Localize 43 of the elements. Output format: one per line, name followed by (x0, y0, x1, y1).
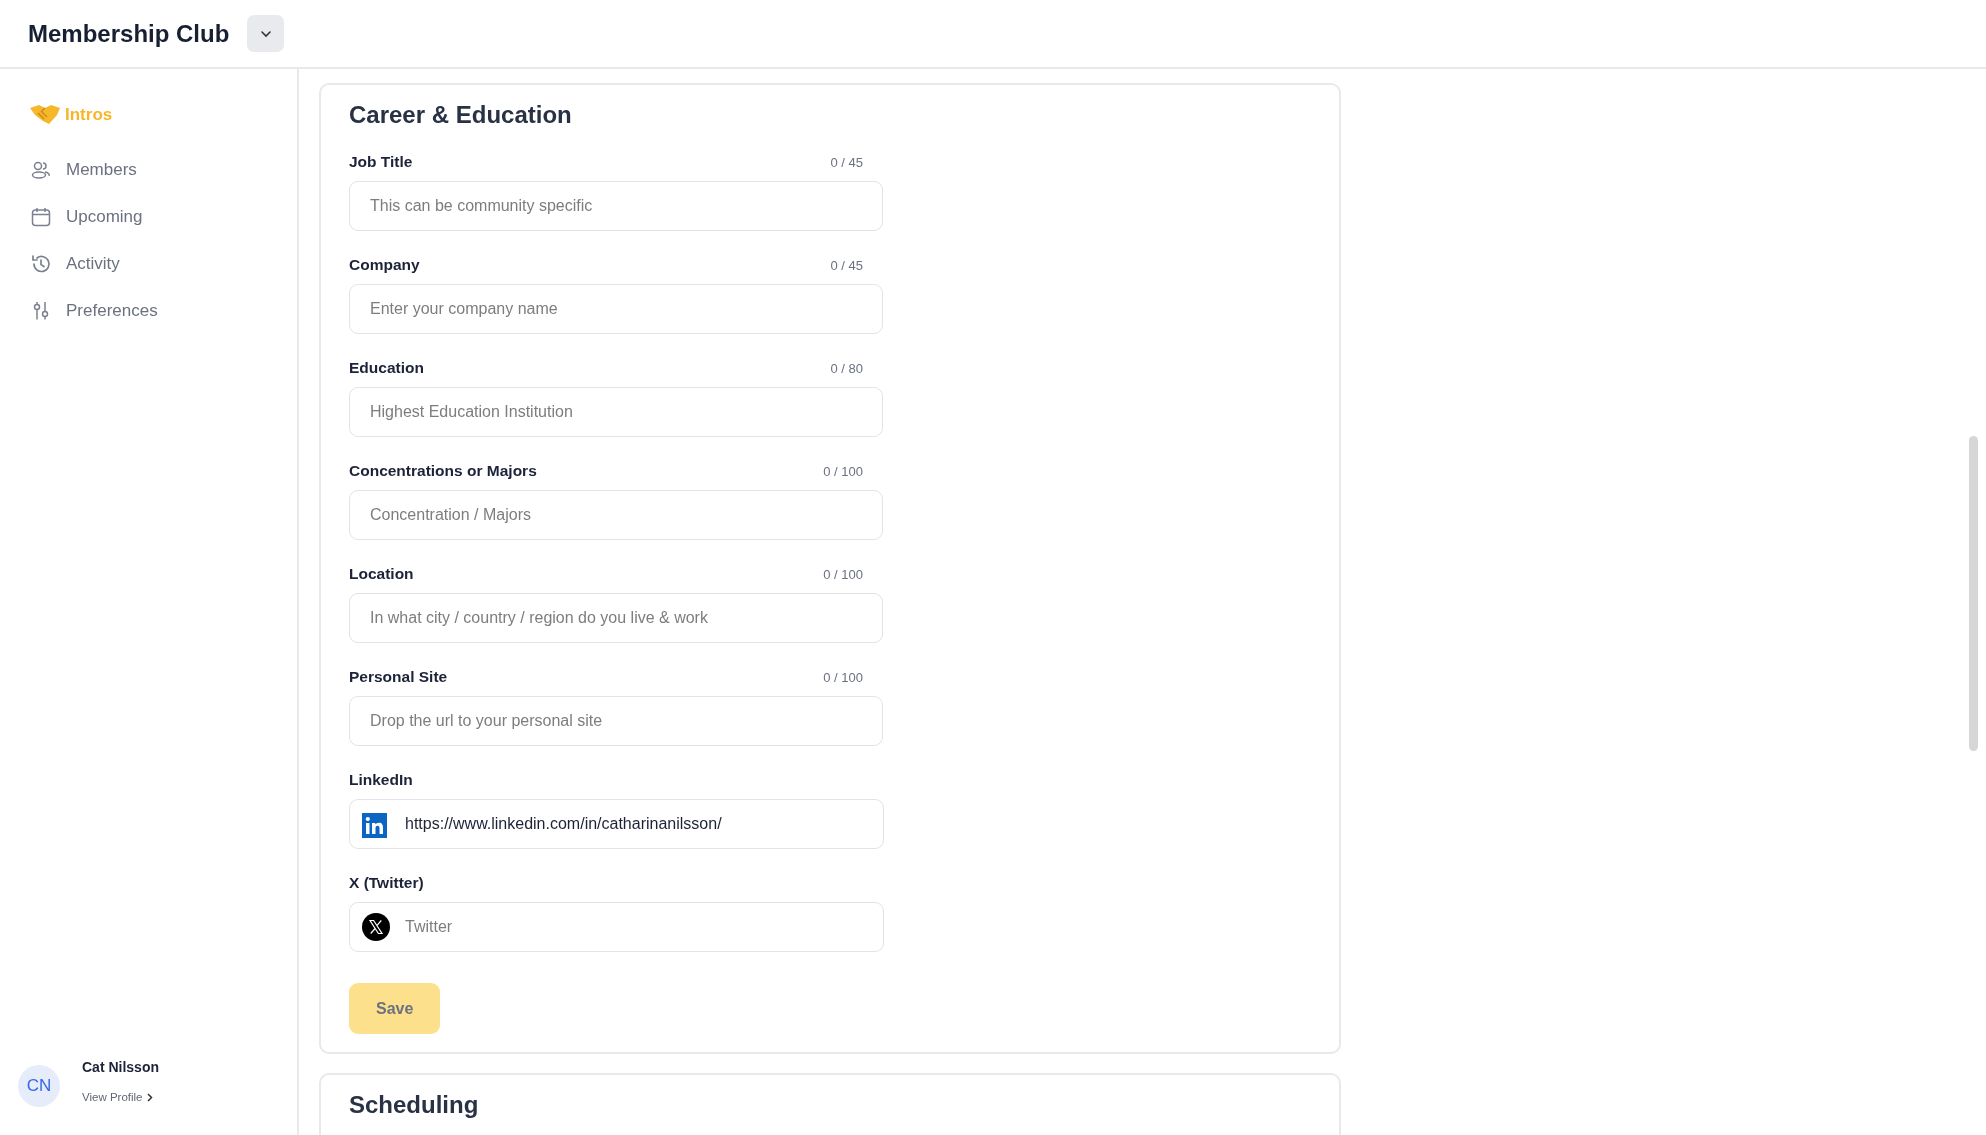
calendar-icon (31, 207, 51, 227)
input-field[interactable]: Drop the url to your personal site (349, 696, 883, 746)
chevron-down-icon (259, 29, 272, 38)
character-counter: 0 / 45 (830, 257, 863, 273)
input-field[interactable]: https://www.linkedin.com/in/catharinanilsson/ (349, 799, 884, 849)
handshake-icon (29, 104, 61, 126)
input-field[interactable]: In what city / country / region do you live & work (349, 593, 883, 643)
linkedin-icon (362, 813, 387, 838)
input-field[interactable]: Enter your company name (349, 284, 883, 334)
sliders-icon (31, 301, 51, 321)
history-icon (31, 254, 51, 274)
character-counter: 0 / 100 (823, 463, 863, 479)
field-label: X (Twitter) (349, 874, 424, 892)
x-logo-icon (362, 913, 390, 941)
input-field[interactable]: Highest Education Institution (349, 387, 883, 437)
character-counter: 0 / 45 (830, 154, 863, 170)
field-label: Company (349, 256, 420, 274)
users-icon (31, 160, 51, 180)
character-counter: 0 / 100 (823, 566, 863, 582)
field-label: Concentrations or Majors (349, 462, 537, 480)
nav-item[interactable]: Preferences (31, 295, 297, 327)
field-label: Location (349, 565, 414, 583)
scrollbar[interactable] (1969, 436, 1978, 751)
user-name: Cat Nilsson (82, 1059, 159, 1075)
field-label: Education (349, 359, 424, 377)
input-field[interactable]: Twitter (349, 902, 884, 952)
field-label: Job Title (349, 153, 413, 171)
chevron-right-icon (146, 1092, 153, 1102)
character-counter: 0 / 80 (830, 360, 863, 376)
dropdown-button[interactable] (247, 15, 285, 52)
app-title: Membership Club (28, 19, 230, 48)
input-field[interactable]: Concentration / Majors (349, 490, 883, 540)
nav-item[interactable]: Activity (31, 248, 297, 280)
input-field[interactable]: This can be community specific (349, 181, 883, 231)
section-title: Career & Education (349, 101, 573, 129)
field-label: Personal Site (349, 668, 448, 686)
avatar: CN (18, 1065, 60, 1107)
view-profile-link[interactable]: View Profile (82, 1081, 159, 1113)
nav-item[interactable]: Members (31, 154, 297, 186)
character-counter: 0 / 100 (823, 669, 863, 685)
nav-item[interactable]: Upcoming (31, 201, 297, 233)
field-label: LinkedIn (349, 771, 413, 789)
section-title: Scheduling (349, 1091, 480, 1119)
